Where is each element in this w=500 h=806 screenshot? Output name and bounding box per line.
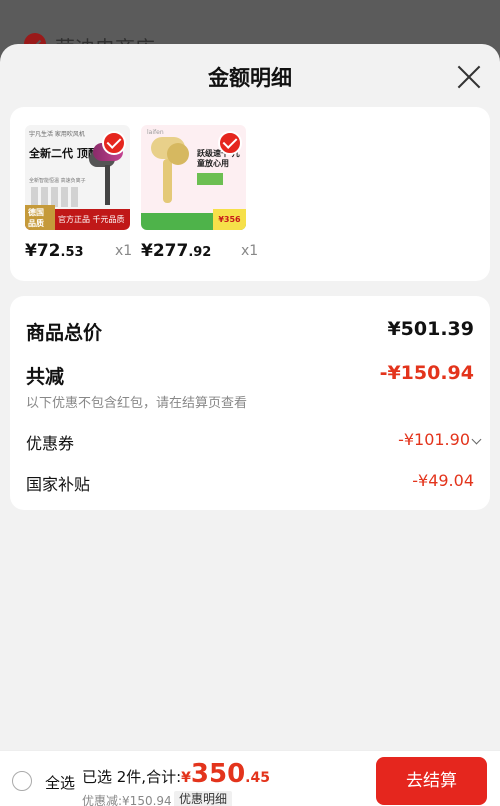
certification-tag: [197, 173, 223, 185]
quality-badge: 德国 品质: [25, 205, 55, 230]
coupon-value[interactable]: -¥101.90: [398, 430, 470, 449]
hair-dryer-handle: [163, 159, 172, 203]
product-qty: x1: [115, 243, 133, 259]
product-qty: x1: [241, 243, 259, 259]
product-thumbnail[interactable]: laifen 跃级速干 儿童放心用 ¥356: [141, 125, 246, 230]
discount-detail-link[interactable]: 优惠明细: [174, 791, 233, 806]
hair-dryer-handle: [105, 165, 110, 205]
select-all-radio[interactable]: [12, 771, 32, 791]
promo-price-tag: ¥356: [213, 209, 246, 230]
product-price: ¥72.53: [25, 241, 84, 261]
reduce-note: 以下优惠不包含红包，请在结算页查看: [26, 396, 248, 411]
chevron-down-icon[interactable]: [471, 434, 482, 445]
select-all-label[interactable]: 全选: [45, 772, 75, 793]
price-summary-card: 商品总价 ¥501.39 共减 -¥150.94 以下优惠不包含红包，请在结算页…: [10, 296, 490, 510]
currency-symbol: ¥: [181, 770, 191, 786]
checkout-bar: 全选 已选 2件,合计:¥350.45 优惠减:¥150.94 优惠明细 去结算: [0, 750, 500, 806]
hair-dryer-image: [167, 143, 189, 165]
feature-icons: [31, 187, 81, 207]
coupon-label[interactable]: 优惠券: [26, 430, 74, 454]
discount-text: 优惠减:¥150.94: [82, 794, 172, 806]
total-amount-decimal: .45: [245, 770, 270, 786]
selected-check-icon[interactable]: [102, 131, 126, 155]
product-thumbnail[interactable]: 宇凡生活 家用吹风机 全新二代 顶配1:1 全新智能恒温 高速负离子 德国 品质…: [25, 125, 130, 230]
amount-detail-sheet: 金额明细 宇凡生活 家用吹风机 全新二代 顶配1:1 全新智能恒温 高速负离子 …: [0, 44, 500, 806]
total-value: ¥501.39: [387, 318, 474, 340]
reduce-value: -¥150.94: [379, 362, 474, 384]
close-icon[interactable]: [456, 64, 482, 90]
thumb-header: 宇凡生活 家用吹风机: [29, 131, 85, 138]
selected-check-icon[interactable]: [218, 131, 242, 155]
products-card: 宇凡生活 家用吹风机 全新二代 顶配1:1 全新智能恒温 高速负离子 德国 品质…: [10, 107, 490, 281]
product-item[interactable]: 宇凡生活 家用吹风机 全新二代 顶配1:1 全新智能恒温 高速负离子 德国 品质…: [25, 125, 135, 261]
total-summary: 已选 2件,合计:¥350.45: [82, 759, 270, 789]
selected-count-text: 已选 2件,合计:: [82, 768, 182, 786]
product-item[interactable]: laifen 跃级速干 儿童放心用 ¥356 ¥277.92 x1: [141, 125, 258, 261]
sheet-title: 金额明细: [208, 66, 292, 90]
promo-banner-text: 官方正品 千元品质: [58, 215, 125, 224]
thumb-brand: laifen: [147, 129, 164, 136]
total-label: 商品总价: [26, 322, 103, 344]
product-price: ¥277.92: [141, 241, 212, 261]
reduce-label: 共减: [26, 366, 65, 388]
checkout-button[interactable]: 去结算: [376, 757, 487, 805]
total-amount: 350: [190, 759, 246, 789]
subsidy-value: -¥49.04: [412, 471, 474, 490]
subsidy-label: 国家补贴: [26, 475, 91, 494]
thumb-subtext: 全新智能恒温 高速负离子: [29, 178, 86, 184]
